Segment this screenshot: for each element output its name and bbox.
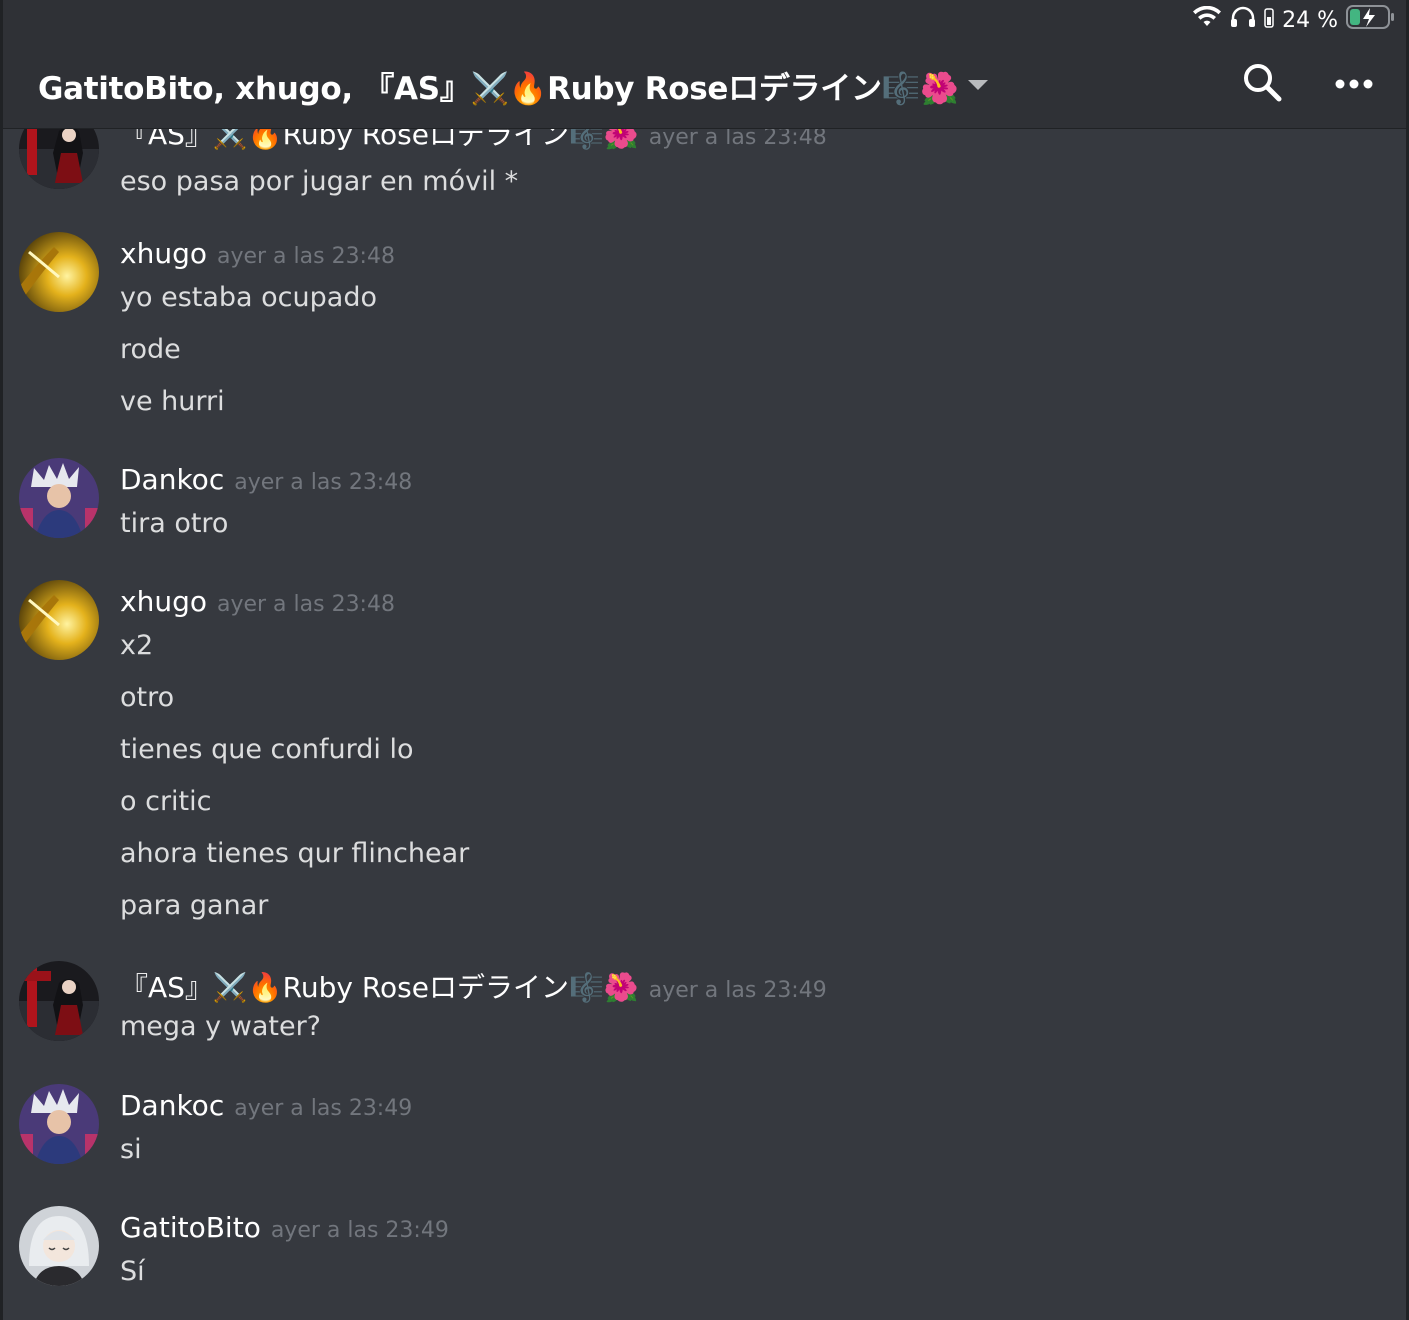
xhugo-avatar[interactable]: [19, 580, 99, 660]
message-line[interactable]: Sí: [120, 1256, 145, 1287]
message-line[interactable]: o critic: [120, 786, 211, 817]
search-icon: [1242, 62, 1282, 106]
message-line[interactable]: eso pasa por jugar en móvil *: [120, 166, 518, 197]
message-header: Dankoc ayer a las 23:48: [120, 463, 412, 496]
xhugo-avatar[interactable]: [19, 232, 99, 312]
battery-percent: 24 %: [1282, 7, 1338, 33]
more-options-button[interactable]: [1332, 62, 1376, 106]
message-header: 『AS』⚔️🔥Ruby Roseロデライン🎼🌺 ayer a las 23:48: [120, 129, 827, 153]
timestamp: ayer a las 23:48: [648, 129, 827, 150]
dankoc-avatar[interactable]: [19, 458, 99, 538]
username[interactable]: GatitoBito: [120, 1211, 261, 1244]
timestamp: ayer a las 23:48: [216, 592, 395, 617]
message-line[interactable]: mega y water?: [120, 1011, 321, 1042]
message-header: Dankoc ayer a las 23:49: [120, 1089, 412, 1122]
headphones-icon: [1230, 6, 1256, 34]
timestamp: ayer a las 23:49: [270, 1218, 449, 1243]
message-line[interactable]: para ganar: [120, 890, 268, 921]
gatitobito-avatar[interactable]: [19, 1206, 99, 1286]
message-header: 『AS』⚔️🔥Ruby Roseロデライン🎼🌺 ayer a las 23:49: [120, 966, 827, 1006]
message-line[interactable]: x2: [120, 630, 153, 661]
message-group: 『AS』⚔️🔥Ruby Roseロデライン🎼🌺 ayer a las 23:48…: [3, 129, 1406, 219]
search-button[interactable]: [1240, 62, 1284, 106]
ruby-avatar[interactable]: [19, 129, 99, 189]
timestamp: ayer a las 23:48: [216, 244, 395, 269]
status-bar: 24 %: [3, 0, 1406, 40]
username[interactable]: xhugo: [120, 585, 207, 618]
message-group: Dankoc ayer a las 23:49 si: [3, 1084, 1406, 1184]
headphone-battery-icon: [1264, 6, 1274, 34]
message-line[interactable]: otro: [120, 682, 174, 713]
message-line[interactable]: tira otro: [120, 508, 228, 539]
timestamp: ayer a las 23:49: [234, 1096, 413, 1121]
message-line[interactable]: rode: [120, 334, 181, 365]
wifi-icon: [1192, 5, 1222, 34]
message-line[interactable]: yo estaba ocupado: [120, 282, 377, 313]
message-group: xhugo ayer a las 23:48 x2 otro tienes qu…: [3, 580, 1406, 940]
chevron-down-icon: [968, 80, 989, 90]
message-group: xhugo ayer a las 23:48 yo estaba ocupado…: [3, 232, 1406, 437]
message-line[interactable]: si: [120, 1134, 142, 1165]
channel-title: GatitoBito, xhugo, 『AS』⚔️🔥Ruby Roseロデライン…: [38, 70, 959, 107]
message-group: GatitoBito ayer a las 23:49 Sí: [3, 1206, 1406, 1306]
message-list[interactable]: 『AS』⚔️🔥Ruby Roseロデライン🎼🌺 ayer a las 23:48…: [3, 129, 1406, 1320]
message-line[interactable]: ve hurri: [120, 386, 225, 417]
message-header: xhugo ayer a las 23:48: [120, 237, 395, 270]
status-indicators: 24 %: [1192, 4, 1396, 36]
message-line[interactable]: tienes que confurdi lo: [120, 734, 413, 765]
ruby-avatar[interactable]: [19, 961, 99, 1041]
chat-window: 24 % GatitoBito, xhugo, 『AS』⚔️🔥Ruby Rose…: [0, 0, 1409, 1320]
more-icon: [1334, 75, 1374, 94]
username[interactable]: Dankoc: [120, 463, 224, 496]
battery-charging-icon: [1346, 5, 1396, 35]
channel-title-button[interactable]: GatitoBito, xhugo, 『AS』⚔️🔥Ruby Roseロデライン…: [38, 60, 989, 110]
message-line[interactable]: ahora tienes qur flinchear: [120, 838, 469, 869]
username[interactable]: 『AS』⚔️🔥Ruby Roseロデライン🎼🌺: [120, 966, 639, 1006]
timestamp: ayer a las 23:49: [648, 978, 827, 1003]
message-header: GatitoBito ayer a las 23:49: [120, 1211, 449, 1244]
channel-header: GatitoBito, xhugo, 『AS』⚔️🔥Ruby Roseロデライン…: [3, 40, 1406, 129]
username[interactable]: Dankoc: [120, 1089, 224, 1122]
timestamp: ayer a las 23:48: [234, 470, 413, 495]
message-header: xhugo ayer a las 23:48: [120, 585, 395, 618]
username[interactable]: xhugo: [120, 237, 207, 270]
message-group: 『AS』⚔️🔥Ruby Roseロデライン🎼🌺 ayer a las 23:49…: [3, 961, 1406, 1061]
dankoc-avatar[interactable]: [19, 1084, 99, 1164]
username[interactable]: 『AS』⚔️🔥Ruby Roseロデライン🎼🌺: [120, 129, 639, 153]
message-group: Dankoc ayer a las 23:48 tira otro: [3, 458, 1406, 558]
